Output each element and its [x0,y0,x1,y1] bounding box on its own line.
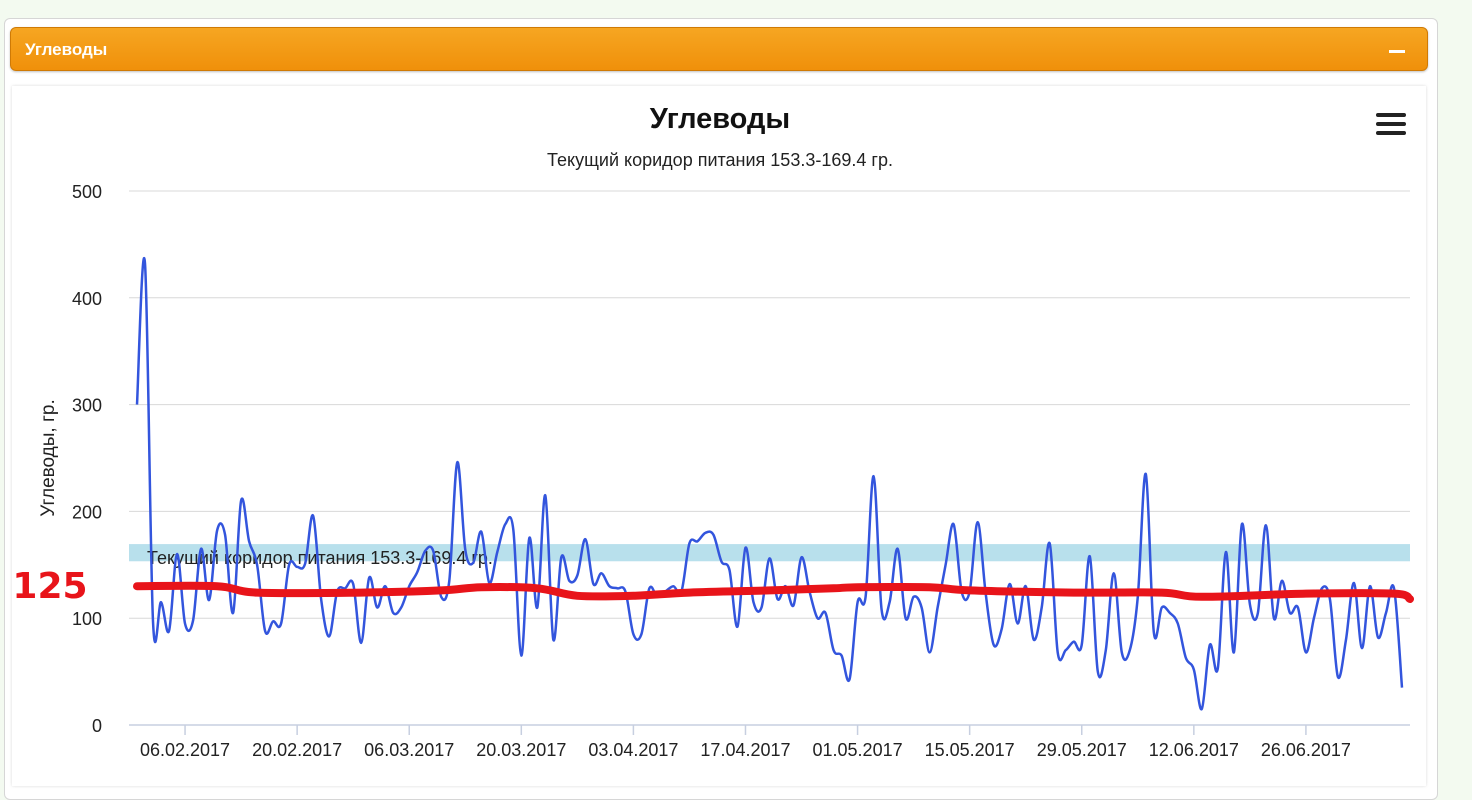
x-tick-label: 20.03.2017 [476,740,566,760]
x-tick-label: 17.04.2017 [700,740,790,760]
chart-title: Углеводы [650,103,790,135]
x-tick-label: 26.06.2017 [1261,740,1351,760]
chart-container: Углеводы Текущий коридор питания 153.3-1… [12,86,1426,786]
y-tick-label: 300 [72,396,102,416]
x-tick-label: 01.05.2017 [813,740,903,760]
trend-annotation-line [133,581,1414,603]
annotation-label: 125 [12,566,87,607]
x-tick-label: 15.05.2017 [925,740,1015,760]
x-tick-label: 03.04.2017 [588,740,678,760]
y-tick-label: 500 [72,182,102,202]
x-tick-label: 06.02.2017 [140,740,230,760]
hamburger-menu-icon[interactable] [1376,113,1406,135]
y-tick-label: 0 [92,716,102,736]
minus-icon[interactable] [1387,40,1407,60]
panel-header[interactable]: Углеводы [10,27,1428,71]
y-axis-title: Углеводы, гр. [38,399,59,517]
x-tick-label: 20.02.2017 [252,740,342,760]
chart: Углеводы Текущий коридор питания 153.3-1… [12,103,1414,760]
chart-subtitle: Текущий коридор питания 153.3-169.4 гр. [547,150,893,170]
x-tick-label: 12.06.2017 [1149,740,1239,760]
y-tick-label: 400 [72,289,102,309]
series-line [135,257,1404,711]
y-tick-label: 200 [72,502,102,522]
x-tick-label: 29.05.2017 [1037,740,1127,760]
y-tick-label: 100 [72,609,102,629]
x-tick-label: 06.03.2017 [364,740,454,760]
panel-title: Углеводы [25,40,108,59]
